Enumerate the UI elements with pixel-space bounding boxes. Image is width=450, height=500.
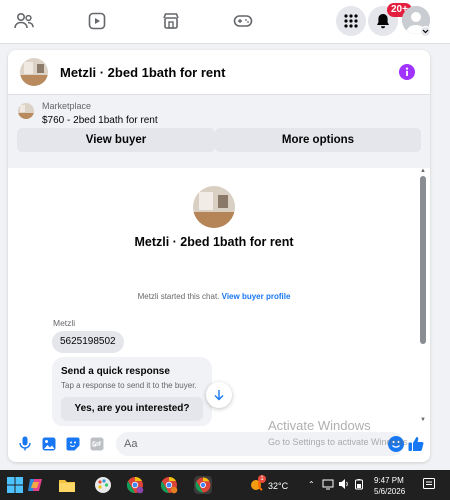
quick-response-option[interactable]: Yes, are you interested?	[61, 397, 203, 421]
quick-response-card: Send a quick response Tap a response to …	[52, 357, 212, 427]
photo-icon[interactable]	[41, 436, 56, 451]
marketplace-icon[interactable]	[160, 10, 182, 32]
chrome-profile-2-icon[interactable]	[160, 476, 178, 494]
friends-icon[interactable]	[13, 10, 35, 32]
listing-thumbnail[interactable]	[20, 58, 48, 86]
notification-center-icon[interactable]	[422, 477, 436, 491]
copilot-icon[interactable]	[26, 476, 44, 494]
video-icon[interactable]	[86, 10, 108, 32]
listing-category: Marketplace	[42, 101, 92, 111]
chat-started-notice: Metzli started this chat. View buyer pro…	[8, 292, 420, 301]
paint-icon[interactable]	[94, 476, 112, 494]
chat-header: Metzli · 2bed 1bath for rent	[8, 50, 430, 95]
view-buyer-profile-link[interactable]: View buyer profile	[222, 292, 291, 301]
thumbs-up-icon[interactable]	[408, 436, 424, 452]
weather-alert-badge: 1	[258, 475, 266, 483]
message-scrollbar[interactable]: ▲ ▼	[418, 168, 428, 426]
arrow-down-icon	[214, 390, 224, 401]
gif-icon[interactable]	[89, 436, 104, 451]
bell-icon	[377, 14, 389, 29]
gaming-icon[interactable]	[232, 10, 254, 32]
message-thread: Metzli · 2bed 1bath for rent Metzli star…	[8, 168, 430, 427]
marketplace-chat-window: Metzli · 2bed 1bath for rent Marketplace…	[8, 50, 430, 462]
scrollbar-thumb[interactable]	[420, 176, 426, 344]
scroll-up-arrow-icon[interactable]: ▲	[420, 168, 426, 174]
chrome-active-icon[interactable]	[194, 476, 212, 494]
chat-started-text: Metzli started this chat.	[137, 292, 220, 301]
conversation-title: Metzli · 2bed 1bath for rent	[134, 235, 294, 249]
file-explorer-icon[interactable]	[58, 476, 76, 494]
listing-small-thumbnail	[18, 103, 34, 119]
clock-date[interactable]: 5/6/2026	[374, 487, 405, 496]
message-bubble[interactable]: 5625198502	[52, 331, 124, 353]
conversation-thumbnail	[193, 186, 235, 228]
message-input[interactable]	[124, 435, 374, 453]
chrome-profile-r-icon[interactable]	[126, 476, 144, 494]
battery-icon[interactable]	[354, 478, 366, 490]
listing-price-title[interactable]: $760 - 2bed 1bath for rent	[42, 115, 158, 126]
top-nav: 20+	[0, 0, 450, 44]
grid-icon	[344, 14, 358, 28]
view-buyer-button[interactable]: View buyer	[17, 128, 215, 152]
quick-response-subtitle: Tap a response to send it to the buyer.	[61, 381, 197, 390]
message-composer	[8, 426, 430, 462]
display-icon[interactable]	[322, 478, 334, 490]
volume-icon[interactable]	[338, 478, 350, 490]
info-icon[interactable]	[399, 64, 415, 80]
message-input-wrapper	[116, 432, 404, 456]
account-chevron-icon[interactable]	[420, 26, 431, 37]
temperature-text[interactable]: 32°C	[268, 481, 288, 491]
scroll-down-arrow-icon[interactable]: ▼	[420, 417, 426, 423]
microphone-icon[interactable]	[17, 436, 32, 451]
sender-name: Metzli	[53, 318, 76, 328]
chat-title: Metzli · 2bed 1bath for rent	[60, 65, 226, 80]
sticker-icon[interactable]	[65, 436, 80, 451]
show-hidden-icons-chevron-icon[interactable]: ⌃	[308, 480, 315, 489]
menu-grid-button[interactable]	[336, 6, 366, 36]
more-options-button[interactable]: More options	[215, 128, 421, 152]
start-windows-icon[interactable]	[6, 476, 24, 494]
scroll-to-bottom-button[interactable]	[206, 382, 232, 408]
clock-time[interactable]: 9:47 PM	[374, 476, 404, 485]
quick-response-title: Send a quick response	[61, 366, 170, 377]
windows-taskbar: 1 32°C ⌃ 9:47 PM 5/6/2026	[0, 470, 450, 500]
emoji-icon[interactable]	[388, 436, 404, 452]
